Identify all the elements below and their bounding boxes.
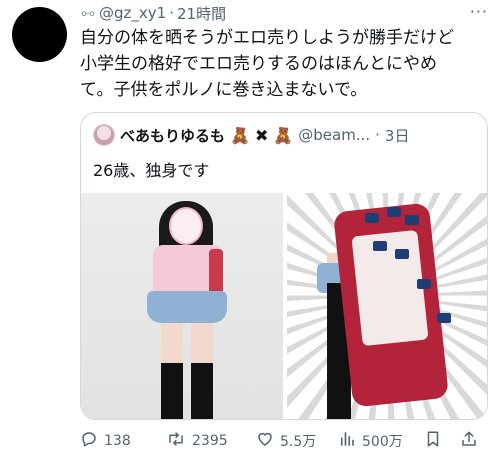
teddy-bear-icon: 🧸: [273, 125, 294, 145]
teddy-bear-icon: 🧸: [230, 125, 250, 145]
figure-leg: [191, 323, 213, 365]
figure-sock: [191, 363, 213, 419]
post-text-line: て。子供をポルノに巻き込まないで。: [80, 80, 368, 100]
toy-block: [437, 313, 451, 323]
reply-count: 138: [104, 433, 131, 449]
toy-block: [395, 249, 409, 259]
quoted-post-text: 26歳、独身です: [93, 161, 210, 180]
quoted-author-avatar: [93, 124, 115, 146]
header-separator: ·: [169, 4, 174, 22]
figure-face-mask: [169, 207, 203, 245]
post-text-line: 小学生の格好でエロ売りするのはほんとにやめ: [80, 54, 437, 74]
post-header: ⧟ @gz_xy1 · 21時間: [80, 2, 226, 24]
views-button[interactable]: 500万: [338, 430, 424, 452]
action-bar: 138 2395 5.5万 500万: [80, 428, 492, 454]
reply-icon: [80, 430, 98, 452]
author-handle[interactable]: @gz_xy1: [99, 4, 166, 22]
figure-skirt: [147, 291, 227, 323]
share-button[interactable]: [460, 430, 478, 452]
retweet-count: 2395: [192, 433, 228, 449]
bookmark-button[interactable]: [424, 430, 460, 452]
like-count: 5.5万: [280, 434, 317, 450]
bookmark-icon: [424, 430, 442, 452]
quoted-post[interactable]: べあもりゆるも 🧸 ✖ 🧸 @beam... · 3日 26歳、独身です: [80, 112, 488, 420]
post-text: 自分の体を晒そうがエロ売りしようが勝手だけど 小学生の格好でエロ売りするのはほん…: [80, 25, 490, 103]
toy-block: [373, 241, 387, 251]
toy-block: [365, 213, 379, 223]
author-avatar[interactable]: [12, 7, 67, 62]
quoted-post-header: べあもりゆるも 🧸 ✖ 🧸 @beam... · 3日: [93, 123, 409, 147]
quoted-author-handle: @beam...: [298, 126, 371, 144]
views-icon: [338, 430, 356, 452]
views-count: 500万: [362, 434, 403, 450]
quoted-post-time: 3日: [384, 126, 410, 145]
quoted-author-name: べあもりゆるも: [120, 126, 226, 145]
photo-right[interactable]: [287, 193, 487, 419]
toy-block: [387, 207, 401, 217]
retweet-icon: [166, 430, 186, 452]
figure-leg: [161, 323, 183, 365]
photo-left[interactable]: [81, 193, 283, 419]
quoted-separator: ·: [375, 126, 380, 144]
heart-icon: [256, 430, 274, 452]
post-text-line: 自分の体を晒そうがエロ売りしようが勝手だけど: [80, 28, 454, 48]
post-time[interactable]: 21時間: [177, 3, 226, 24]
cross-icon: ✖: [254, 125, 269, 145]
like-button[interactable]: 5.5万: [256, 430, 338, 452]
quoted-media: [81, 193, 487, 419]
reply-button[interactable]: 138: [80, 430, 166, 452]
figure-sock: [161, 363, 183, 419]
link-icon: ⧟: [81, 5, 95, 21]
retweet-button[interactable]: 2395: [166, 430, 256, 452]
more-icon[interactable]: ···: [470, 2, 488, 21]
share-icon: [460, 430, 478, 452]
toy-block: [417, 279, 431, 289]
toy-block: [405, 215, 419, 225]
